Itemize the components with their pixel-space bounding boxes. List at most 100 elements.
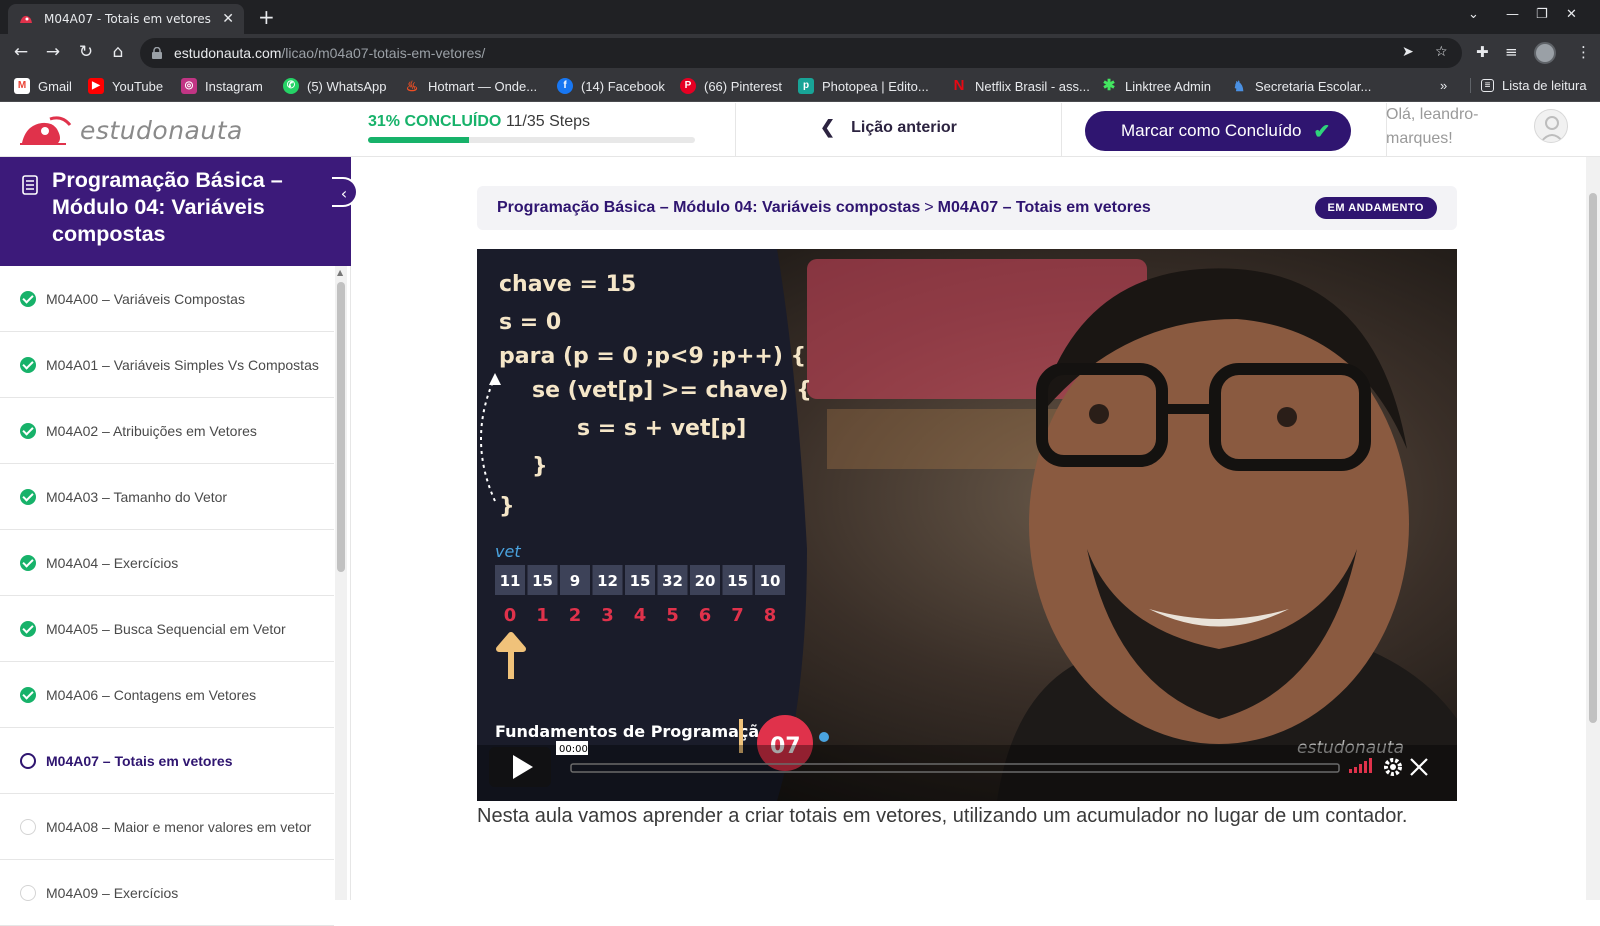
mark-complete-label: Marcar como Concluído <box>1121 121 1302 140</box>
bookmark-label: Netflix Brasil - ass... <box>975 78 1090 94</box>
completed-check-icon <box>20 422 36 439</box>
completed-check-icon <box>20 620 36 637</box>
reading-list-button[interactable]: ≡ Lista de leitura <box>1470 78 1587 93</box>
bookmark-secretaria[interactable]: ♞ Secretaria Escolar... <box>1231 78 1372 94</box>
close-window-icon[interactable]: ✕ <box>1566 7 1577 22</box>
vector-index: 7 <box>731 605 744 626</box>
send-tab-icon[interactable]: ➤ <box>1402 44 1414 60</box>
page-scrollbar[interactable] <box>1586 157 1600 900</box>
bookmark-facebook[interactable]: f (14) Facebook <box>557 78 665 94</box>
course-title[interactable]: Programação Básica – Módulo 04: Variávei… <box>52 167 331 248</box>
bookmark-star-icon[interactable]: ☆ <box>1435 44 1448 60</box>
previous-lesson-label: Lição anterior <box>851 118 957 136</box>
scroll-up-arrow-icon[interactable]: ▲ <box>337 268 343 277</box>
sidebar-scrollbar[interactable]: ▲ <box>335 266 347 900</box>
collapse-sidebar-button[interactable]: ‹ <box>332 177 358 207</box>
bookmark-netflix[interactable]: N Netflix Brasil - ass... <box>951 78 1090 94</box>
chevron-left-icon: ‹ <box>340 184 348 203</box>
vector-index: 6 <box>699 605 712 626</box>
bookmark-linktree[interactable]: ✱ Linktree Admin <box>1101 78 1211 94</box>
vector-index: 4 <box>634 605 647 626</box>
status-badge: EM ANDAMENTO <box>1314 197 1437 219</box>
vector-index: 2 <box>569 605 582 626</box>
course-sidebar: Programação Básica – Módulo 04: Variávei… <box>0 157 358 926</box>
new-tab-button[interactable]: + <box>258 5 275 29</box>
episode-dot <box>819 732 829 742</box>
lesson-item[interactable]: M04A08 – Maior e menor valores em vetor <box>0 794 334 860</box>
lesson-description: Nesta aula vamos aprender a criar totais… <box>477 805 1408 827</box>
lesson-item[interactable]: M04A03 – Tamanho do Vetor <box>0 464 334 530</box>
linktree-icon: ✱ <box>1102 77 1116 94</box>
extensions-icon[interactable]: ✚ <box>1476 43 1489 61</box>
bookmark-label: (5) WhatsApp <box>307 78 387 94</box>
user-placeholder-icon <box>1540 116 1564 142</box>
lesson-label: M04A09 – Exercícios <box>46 884 179 901</box>
pinterest-icon: P <box>680 78 696 94</box>
site-logo[interactable]: estudonauta <box>18 113 243 147</box>
tab-search-icon[interactable]: ⌄ <box>1468 7 1479 22</box>
browser-tabstrip: M04A07 - Totais em vetores - ✕ + ⌄ — ❐ ✕ <box>0 0 1600 34</box>
secretaria-icon: ♞ <box>1232 78 1246 94</box>
bookmark-pinterest[interactable]: P (66) Pinterest <box>680 78 782 94</box>
photopea-icon: p <box>798 78 814 94</box>
back-icon[interactable]: ← <box>10 42 32 62</box>
bookmark-photopea[interactable]: p Photopea | Edito... <box>798 78 929 94</box>
lesson-item[interactable]: M04A00 – Variáveis Compostas <box>0 266 334 332</box>
browser-menu-icon[interactable]: ⋮ <box>1576 43 1591 61</box>
user-greeting[interactable]: Olá, leandro-marques! <box>1386 103 1506 151</box>
page-scroll-thumb[interactable] <box>1589 193 1597 723</box>
lesson-video-player[interactable]: chave = 15 s = 0 para (p = 0 ;p<9 ;p++) … <box>477 249 1457 801</box>
mark-complete-button[interactable]: Marcar como Concluído ✔ <box>1085 111 1351 151</box>
user-avatar[interactable] <box>1534 109 1568 143</box>
previous-lesson-link[interactable]: ❮ Lição anterior <box>820 117 957 138</box>
vector-value: 15 <box>630 572 651 590</box>
header-divider <box>735 103 736 157</box>
progress-steps: 11/35 Steps <box>505 113 591 130</box>
lesson-label: M04A00 – Variáveis Compostas <box>46 290 245 307</box>
lesson-item[interactable]: M04A07 – Totais em vetores <box>0 728 334 794</box>
address-bar[interactable]: estudonauta.com/licao/m04a07-totais-em-v… <box>140 38 1462 68</box>
bookmark-label: Instagram <box>205 78 263 94</box>
bookmark-gmail[interactable]: M Gmail <box>14 78 72 94</box>
breadcrumb-lesson-link[interactable]: M04A07 – Totais em vetores <box>938 199 1151 217</box>
browser-profile-avatar[interactable] <box>1534 42 1556 64</box>
reading-queue-icon[interactable]: ≡ <box>1505 43 1518 61</box>
lesson-item[interactable]: M04A09 – Exercícios <box>0 860 334 926</box>
lesson-item[interactable]: M04A01 – Variáveis Simples Vs Compostas <box>0 332 334 398</box>
url-text: estudonauta.com/licao/m04a07-totais-em-v… <box>174 45 485 61</box>
document-icon <box>22 175 38 195</box>
lesson-item[interactable]: M04A06 – Contagens em Vetores <box>0 662 334 728</box>
bookmark-instagram[interactable]: ◎ Instagram <box>181 78 263 94</box>
vector-value: 11 <box>500 572 521 590</box>
lesson-item[interactable]: M04A04 – Exercícios <box>0 530 334 596</box>
lesson-item[interactable]: M04A02 – Atribuições em Vetores <box>0 398 334 464</box>
code-line-5: s = s + vet[p] <box>577 416 746 441</box>
bookmark-youtube[interactable]: ▶ YouTube <box>88 78 163 94</box>
browser-tab-active[interactable]: M04A07 - Totais em vetores - ✕ <box>8 4 244 34</box>
site-header: estudonauta 31% CONCLUÍDO 11/35 Steps ❮ … <box>0 103 1600 157</box>
lesson-label: M04A01 – Variáveis Simples Vs Compostas <box>46 356 319 373</box>
bookmark-hotmart[interactable]: ♨ Hotmart — Onde... <box>404 78 537 94</box>
forward-icon[interactable]: → <box>42 42 64 62</box>
bookmarks-overflow-icon[interactable]: » <box>1440 78 1447 93</box>
restore-icon[interactable]: ❐ <box>1536 7 1548 22</box>
bookmark-label: Hotmart — Onde... <box>428 78 538 94</box>
completed-check-icon <box>20 488 36 505</box>
close-tab-icon[interactable]: ✕ <box>222 11 234 27</box>
checkmark-icon: ✔ <box>1313 120 1331 143</box>
course-progress: 31% CONCLUÍDO 11/35 Steps <box>368 113 698 143</box>
bookmark-label: (66) Pinterest <box>704 78 783 94</box>
vector-value: 15 <box>532 572 553 590</box>
bookmark-label: Gmail <box>38 78 72 94</box>
lesson-item[interactable]: M04A05 – Busca Sequencial em Vetor <box>0 596 334 662</box>
breadcrumb-course-link[interactable]: Programação Básica – Módulo 04: Variávei… <box>497 199 920 217</box>
reload-icon[interactable]: ↻ <box>75 42 97 62</box>
sidebar-scroll-thumb[interactable] <box>337 282 345 572</box>
home-icon[interactable]: ⌂ <box>107 42 129 62</box>
progress-text: 31% CONCLUÍDO 11/35 Steps <box>368 113 698 131</box>
bookmark-whatsapp[interactable]: ✆ (5) WhatsApp <box>283 78 386 94</box>
progress-bar <box>368 137 695 143</box>
reading-list-icon: ≡ <box>1481 79 1494 92</box>
minimize-icon[interactable]: — <box>1506 7 1519 22</box>
incomplete-circle-icon <box>20 884 36 901</box>
